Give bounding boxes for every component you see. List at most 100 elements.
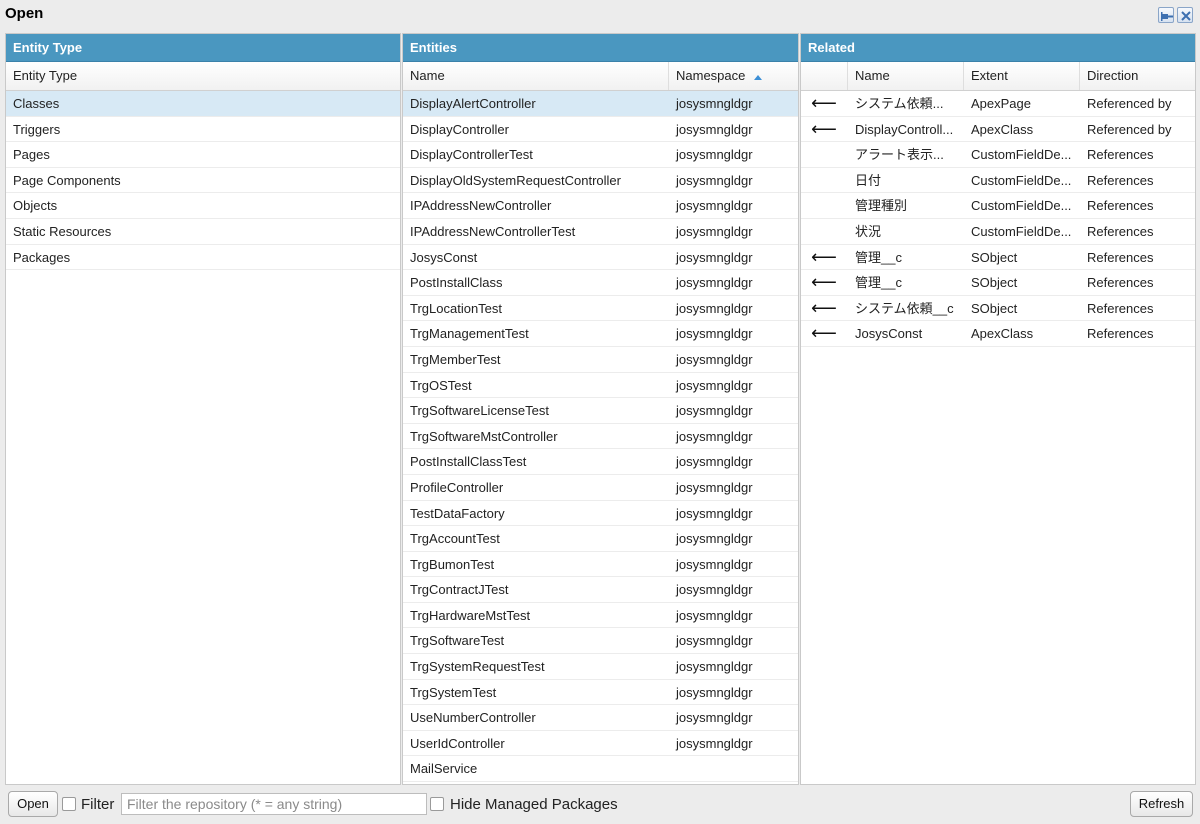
- related-extent: ApexPage: [971, 96, 1031, 111]
- entity-row[interactable]: JosysConst josysmngldgr: [403, 245, 798, 271]
- entity-name: DisplayController: [410, 121, 509, 137]
- entity-type-label: Packages: [13, 249, 71, 265]
- entity-row[interactable]: TrgMemberTest josysmngldgr: [403, 347, 798, 373]
- filter-checkbox[interactable]: [62, 797, 76, 811]
- pin-button[interactable]: [1158, 7, 1174, 23]
- entity-row[interactable]: DisplayController josysmngldgr: [403, 117, 798, 143]
- entity-namespace: josysmngldgr: [676, 223, 753, 239]
- entity-type-list: Classes Triggers Pages Page Components Objec…: [6, 91, 400, 271]
- entity-row[interactable]: UserIdController josysmngldgr: [403, 731, 798, 757]
- related-row[interactable]: 状況 CustomFieldDe... References: [801, 219, 1195, 245]
- related-row[interactable]: ⟵ JosysConst ApexClass References: [801, 321, 1195, 347]
- related-name: DisplayControll...: [855, 121, 954, 137]
- entity-row[interactable]: TrgSystemTest josysmngldgr: [403, 680, 798, 706]
- entity-name: TrgHardwareMstTest: [410, 607, 531, 623]
- entity-type-row[interactable]: Pages: [6, 142, 400, 168]
- entity-row[interactable]: IPAddressNewControllerTest josysmngldgr: [403, 219, 798, 245]
- related-row[interactable]: 日付 CustomFieldDe... References: [801, 168, 1195, 194]
- entity-row[interactable]: MailService: [403, 756, 798, 783]
- entity-namespace: josysmngldgr: [676, 556, 753, 572]
- related-row[interactable]: ⟵ 管理__c SObject References: [801, 245, 1195, 271]
- entity-namespace: josysmngldgr: [676, 172, 753, 188]
- entities-header: Entities: [403, 34, 798, 62]
- entity-row[interactable]: UseNumberController josysmngldgr: [403, 705, 798, 731]
- related-row[interactable]: アラート表示... CustomFieldDe... References: [801, 142, 1195, 168]
- entity-row[interactable]: DisplayAlertController josysmngldgr: [403, 91, 798, 117]
- entity-namespace: josysmngldgr: [676, 531, 753, 547]
- entity-row[interactable]: TrgSystemRequestTest josysmngldgr: [403, 654, 798, 680]
- column-entity-type[interactable]: Entity Type: [6, 62, 400, 90]
- entity-row[interactable]: TrgAccountTest josysmngldgr: [403, 526, 798, 552]
- entity-row[interactable]: TrgContractJTest josysmngldgr: [403, 577, 798, 603]
- entity-type-row[interactable]: Classes: [6, 91, 400, 117]
- entity-row[interactable]: DisplayOldSystemRequestController josysmn…: [403, 168, 798, 194]
- entity-row[interactable]: TrgHardwareMstTest josysmngldgr: [403, 603, 798, 629]
- entity-name: JosysConst: [410, 249, 478, 265]
- entity-row[interactable]: TrgSoftwareLicenseTest josysmngldgr: [403, 398, 798, 424]
- hide-managed-packages-checkbox[interactable]: [430, 797, 444, 811]
- left-arrow-icon: ⟵: [811, 297, 837, 318]
- column-related-name[interactable]: Name: [848, 62, 964, 90]
- entity-name: PostInstallClass: [410, 275, 503, 291]
- entity-name: TrgSoftwareMstController: [410, 428, 558, 444]
- column-extent[interactable]: Extent: [964, 62, 1080, 90]
- entity-type-row[interactable]: Packages: [6, 245, 400, 271]
- left-arrow-icon: ⟵: [811, 93, 837, 113]
- column-direction[interactable]: Direction: [1080, 62, 1195, 90]
- related-row[interactable]: ⟵ システム依頼__c SObject References: [801, 296, 1195, 322]
- entity-name: IPAddressNewController: [410, 198, 552, 214]
- entities-list: DisplayAlertController josysmngldgr Displa…: [403, 91, 798, 783]
- entity-namespace: josysmngldgr: [676, 147, 753, 163]
- close-button[interactable]: [1177, 7, 1193, 23]
- entity-namespace: josysmngldgr: [676, 735, 753, 751]
- entity-namespace: josysmngldgr: [676, 607, 753, 623]
- entity-namespace: josysmngldgr: [676, 198, 753, 214]
- entity-type-row[interactable]: Objects: [6, 193, 400, 219]
- related-extent: ApexClass: [971, 121, 1034, 137]
- related-extent: CustomFieldDe...: [971, 147, 1072, 163]
- related-row[interactable]: ⟵ 管理__c SObject References: [801, 270, 1195, 296]
- related-name: システム依頼__c: [855, 300, 954, 316]
- entity-row[interactable]: TrgBumonTest josysmngldgr: [403, 552, 798, 578]
- column-name[interactable]: Name: [403, 62, 669, 90]
- entity-type-label: Page Components: [13, 172, 121, 188]
- entity-row[interactable]: TrgSoftwareMstController josysmngldgr: [403, 424, 798, 450]
- entity-name: TrgOSTest: [410, 377, 472, 393]
- entity-row[interactable]: PostInstallClassTest josysmngldgr: [403, 449, 798, 475]
- related-name: 管理種別: [855, 198, 908, 214]
- related-name: 日付: [855, 172, 882, 188]
- refresh-button[interactable]: Refresh: [1130, 791, 1193, 817]
- entity-name: TrgAccountTest: [410, 531, 500, 547]
- related-direction: References: [1087, 198, 1154, 214]
- entity-row[interactable]: IPAddressNewController josysmngldgr: [403, 193, 798, 219]
- entity-row[interactable]: PostInstallClass josysmngldgr: [403, 270, 798, 296]
- entity-namespace: josysmngldgr: [676, 659, 753, 675]
- column-namespace-label: Namespace: [676, 68, 746, 83]
- entity-type-row[interactable]: Static Resources: [6, 219, 400, 245]
- entity-name: TrgSystemRequestTest: [410, 659, 545, 675]
- column-namespace[interactable]: Namespace: [669, 62, 798, 90]
- entity-name: DisplayAlertController: [410, 96, 536, 111]
- entity-row[interactable]: DisplayControllerTest josysmngldgr: [403, 142, 798, 168]
- entity-type-row[interactable]: Triggers: [6, 117, 400, 143]
- left-arrow-icon: ⟵: [811, 323, 837, 344]
- entity-namespace: josysmngldgr: [676, 633, 753, 649]
- open-button[interactable]: Open: [8, 791, 58, 817]
- filter-input[interactable]: [121, 793, 427, 815]
- related-row[interactable]: 管理種別 CustomFieldDe... References: [801, 193, 1195, 219]
- entity-type-row[interactable]: Page Components: [6, 168, 400, 194]
- related-row[interactable]: ⟵ システム依頼... ApexPage Referenced by: [801, 91, 1195, 117]
- entity-row[interactable]: ProfileController josysmngldgr: [403, 475, 798, 501]
- entity-row[interactable]: TrgOSTest josysmngldgr: [403, 373, 798, 399]
- related-row[interactable]: ⟵ DisplayControll... ApexClass Referenced b…: [801, 117, 1195, 143]
- entity-row[interactable]: TrgSoftwareTest josysmngldgr: [403, 628, 798, 655]
- entity-type-column-header: Entity Type: [6, 62, 400, 91]
- entity-name: TestDataFactory: [410, 505, 505, 521]
- related-extent: SObject: [971, 275, 1018, 291]
- entity-row[interactable]: TestDataFactory josysmngldgr: [403, 501, 798, 527]
- related-direction: Referenced by: [1087, 121, 1172, 137]
- entity-name: UserIdController: [410, 735, 505, 751]
- entity-row[interactable]: TrgManagementTest josysmngldgr: [403, 321, 798, 347]
- entity-row[interactable]: TrgLocationTest josysmngldgr: [403, 296, 798, 322]
- related-extent: CustomFieldDe...: [971, 198, 1072, 214]
